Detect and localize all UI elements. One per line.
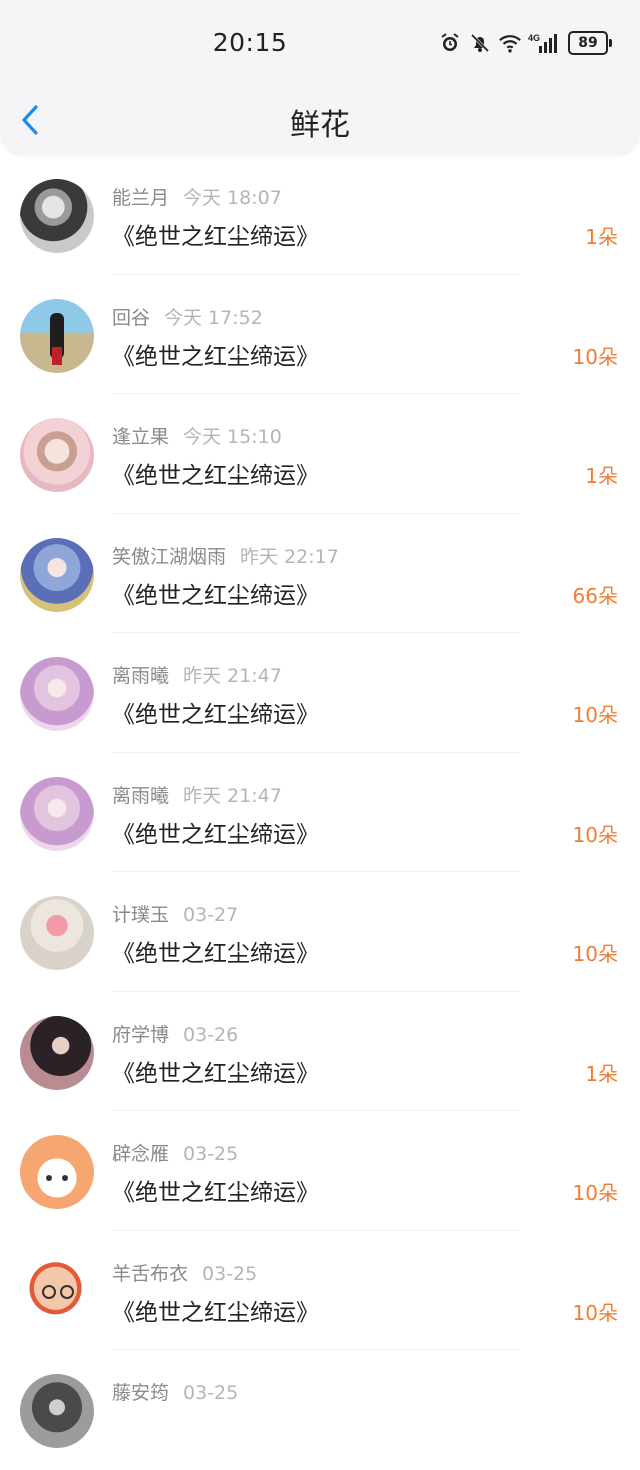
list-item[interactable]: 藤安筠 03-25 bbox=[0, 1350, 640, 1470]
list-item[interactable]: 辟念雁 03-25 《绝世之红尘缔运》 10朵 bbox=[0, 1111, 640, 1231]
wifi-icon bbox=[498, 31, 522, 55]
book-title[interactable]: 《绝世之红尘缔运》 bbox=[112, 815, 319, 849]
list-item[interactable]: 能兰月 今天 18:07 《绝世之红尘缔运》 1朵 bbox=[0, 155, 640, 275]
flower-count: 1朵 bbox=[585, 1061, 618, 1086]
svg-text:4G: 4G bbox=[528, 33, 540, 43]
list-item[interactable]: 计璞玉 03-27 《绝世之红尘缔运》 10朵 bbox=[0, 872, 640, 992]
avatar[interactable] bbox=[20, 1374, 94, 1448]
user-name: 回谷 bbox=[112, 306, 151, 329]
list-item[interactable]: 逢立果 今天 15:10 《绝世之红尘缔运》 1朵 bbox=[0, 394, 640, 514]
book-title[interactable]: 《绝世之红尘缔运》 bbox=[112, 217, 319, 251]
user-name: 能兰月 bbox=[112, 187, 170, 209]
flower-count: 10朵 bbox=[572, 344, 618, 369]
timestamp: 03-26 bbox=[183, 1023, 239, 1046]
user-name: 逢立果 bbox=[112, 426, 170, 448]
timestamp: 昨天 21:47 bbox=[183, 665, 282, 687]
flower-count: 10朵 bbox=[572, 1181, 618, 1205]
timestamp: 03-25 bbox=[183, 1143, 239, 1165]
book-title[interactable]: 《绝世之红尘缔运》 bbox=[112, 576, 319, 610]
book-title[interactable]: 《绝世之红尘缔运》 bbox=[112, 456, 319, 490]
status-time: 20:15 bbox=[212, 28, 288, 57]
user-name: 计璞玉 bbox=[112, 904, 170, 926]
list-item[interactable]: 羊舌布衣 03-25 《绝世之红尘缔运》 10朵 bbox=[0, 1231, 640, 1350]
timestamp: 昨天 22:17 bbox=[240, 545, 339, 568]
avatar[interactable] bbox=[20, 298, 94, 373]
timestamp: 03-27 bbox=[183, 904, 239, 926]
list-item[interactable]: 离雨曦 昨天 21:47 《绝世之红尘缔运》 10朵 bbox=[0, 753, 640, 872]
flower-count: 66朵 bbox=[572, 583, 618, 608]
flower-count: 10朵 bbox=[572, 1300, 618, 1325]
book-title[interactable]: 《绝世之红尘缔运》 bbox=[112, 337, 319, 371]
timestamp: 03-25 bbox=[202, 1262, 258, 1285]
list-item[interactable]: 府学博 03-26 《绝世之红尘缔运》 1朵 bbox=[0, 992, 640, 1111]
user-name: 辟念雁 bbox=[112, 1143, 170, 1165]
user-name: 府学博 bbox=[112, 1023, 170, 1046]
user-name: 藤安筠 bbox=[112, 1382, 170, 1404]
timestamp: 03-25 bbox=[183, 1382, 239, 1404]
user-name: 离雨曦 bbox=[112, 784, 170, 807]
book-title[interactable]: 《绝世之红尘缔运》 bbox=[112, 1293, 319, 1327]
avatar[interactable] bbox=[20, 776, 94, 851]
flower-count: 10朵 bbox=[572, 822, 618, 847]
flower-count: 10朵 bbox=[572, 942, 618, 966]
top-bar: 20:15 4G 89 鲜花 bbox=[0, 0, 640, 155]
page-title: 鲜花 bbox=[290, 108, 350, 143]
battery-level: 89 bbox=[568, 31, 608, 55]
user-name: 笑傲江湖烟雨 bbox=[112, 545, 227, 568]
alarm-icon bbox=[438, 31, 462, 55]
avatar[interactable] bbox=[20, 1015, 94, 1090]
flower-count: 1朵 bbox=[585, 464, 618, 488]
list-item[interactable]: 笑傲江湖烟雨 昨天 22:17 《绝世之红尘缔运》 66朵 bbox=[0, 514, 640, 633]
timestamp: 今天 17:52 bbox=[164, 306, 263, 329]
avatar[interactable] bbox=[20, 179, 94, 253]
book-title[interactable]: 《绝世之红尘缔运》 bbox=[112, 1054, 319, 1088]
signal-4g-icon: 4G bbox=[528, 31, 558, 55]
flower-count: 1朵 bbox=[585, 225, 618, 249]
timestamp: 今天 15:10 bbox=[183, 426, 282, 448]
flower-list: 能兰月 今天 18:07 《绝世之红尘缔运》 1朵 回谷 今天 17:52 《绝世之… bbox=[0, 155, 640, 1470]
avatar[interactable] bbox=[20, 1135, 94, 1209]
timestamp: 昨天 21:47 bbox=[183, 784, 282, 807]
list-item[interactable]: 离雨曦 昨天 21:47 《绝世之红尘缔运》 10朵 bbox=[0, 633, 640, 753]
battery-icon: 89 bbox=[568, 31, 612, 55]
user-name: 羊舌布衣 bbox=[112, 1262, 189, 1285]
avatar[interactable] bbox=[20, 537, 94, 612]
user-name: 离雨曦 bbox=[112, 665, 170, 687]
flower-count: 10朵 bbox=[572, 703, 618, 727]
avatar[interactable] bbox=[20, 657, 94, 731]
avatar[interactable] bbox=[20, 896, 94, 970]
list-item[interactable]: 回谷 今天 17:52 《绝世之红尘缔运》 10朵 bbox=[0, 275, 640, 394]
book-title[interactable]: 《绝世之红尘缔运》 bbox=[112, 695, 319, 729]
book-title[interactable]: 《绝世之红尘缔运》 bbox=[112, 1173, 319, 1207]
avatar[interactable] bbox=[20, 418, 94, 492]
mute-bell-icon bbox=[468, 31, 492, 55]
book-title[interactable]: 《绝世之红尘缔运》 bbox=[112, 934, 319, 968]
avatar[interactable] bbox=[20, 1254, 94, 1329]
status-icons: 4G 89 bbox=[438, 30, 612, 56]
timestamp: 今天 18:07 bbox=[183, 187, 282, 209]
